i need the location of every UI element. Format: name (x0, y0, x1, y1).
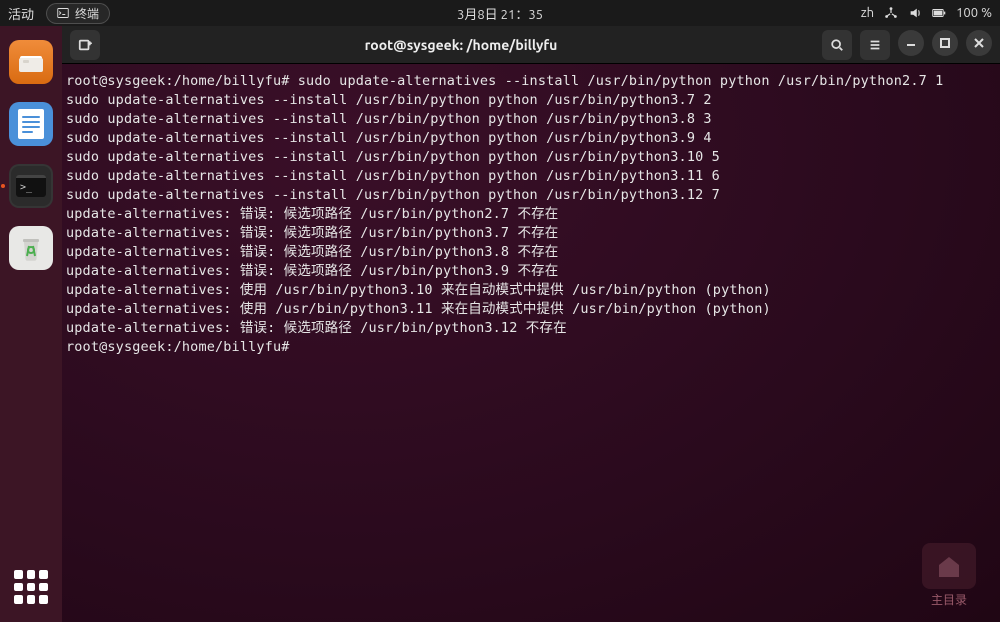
dock: >_ (0, 26, 62, 622)
activities-button[interactable]: 活动 (8, 4, 34, 23)
terminal-icon: >_ (16, 175, 46, 197)
new-tab-icon (78, 38, 92, 52)
battery-percent: 100 % (956, 6, 992, 20)
minimize-button[interactable] (898, 30, 924, 56)
terminal-window: root@sysgeek: /home/billyfu root@sysgeek… (62, 26, 1000, 622)
dock-trash[interactable] (9, 226, 53, 270)
document-icon (18, 109, 44, 139)
window-title: root@sysgeek: /home/billyfu (108, 37, 814, 53)
new-tab-button[interactable] (70, 30, 100, 60)
current-app-indicator[interactable]: 终端 (46, 3, 110, 24)
minimize-icon (905, 37, 917, 49)
close-icon (973, 37, 985, 49)
show-applications[interactable] (14, 570, 48, 604)
close-button[interactable] (966, 30, 992, 56)
input-method-indicator[interactable]: zh (861, 6, 874, 20)
dock-terminal[interactable]: >_ (9, 164, 53, 208)
terminal-icon (57, 7, 69, 19)
search-button[interactable] (822, 30, 852, 60)
terminal-output[interactable]: root@sysgeek:/home/billyfu# sudo update-… (62, 64, 1000, 622)
trash-icon (19, 234, 43, 262)
clock[interactable]: 3月8日 21：35 (457, 4, 543, 23)
maximize-icon (939, 37, 951, 49)
search-icon (830, 38, 844, 52)
titlebar: root@sysgeek: /home/billyfu (62, 26, 1000, 64)
gnome-topbar: 活动 终端 3月8日 21：35 zh 100 % (0, 0, 1000, 26)
dock-files[interactable] (9, 40, 53, 84)
volume-icon[interactable] (908, 6, 922, 20)
current-app-label: 终端 (75, 5, 99, 22)
menu-icon (868, 38, 882, 52)
desktop-home-label: 主目录 (922, 591, 976, 608)
files-icon (17, 50, 45, 74)
battery-icon[interactable] (932, 6, 946, 20)
dock-libreoffice-writer[interactable] (9, 102, 53, 146)
desktop-home-folder[interactable]: 主目录 (922, 543, 976, 608)
home-icon (922, 543, 976, 589)
network-icon[interactable] (884, 6, 898, 20)
hamburger-menu[interactable] (860, 30, 890, 60)
maximize-button[interactable] (932, 30, 958, 56)
